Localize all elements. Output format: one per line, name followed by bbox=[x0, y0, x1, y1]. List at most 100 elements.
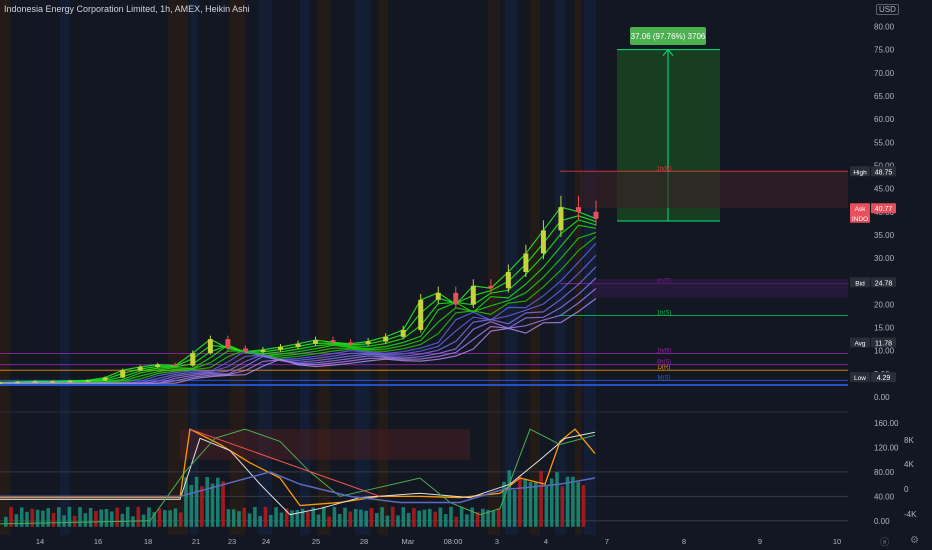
candle bbox=[365, 341, 371, 344]
auto-scale-icon[interactable]: ⓐ bbox=[880, 535, 889, 548]
candle bbox=[155, 364, 161, 367]
candle bbox=[50, 381, 56, 383]
volume-bar bbox=[348, 511, 353, 527]
volume-bar bbox=[571, 476, 575, 527]
price-label-value: 11.78 bbox=[875, 340, 892, 347]
x-tick-label: 28 bbox=[360, 537, 368, 546]
y-tick-label: 70.00 bbox=[874, 69, 895, 78]
osc-secondary-tick-label: -4K bbox=[904, 510, 917, 519]
candle bbox=[348, 342, 354, 344]
volume-bar bbox=[417, 510, 421, 527]
volume-bar bbox=[231, 509, 236, 527]
volume-bar bbox=[147, 507, 151, 527]
volume-bar bbox=[279, 512, 284, 527]
x-tick-label: 25 bbox=[312, 537, 320, 546]
y-tick-label: 65.00 bbox=[874, 92, 895, 101]
price-label-name: Bid bbox=[855, 280, 865, 287]
candle bbox=[102, 377, 108, 381]
volume-bar bbox=[332, 506, 337, 527]
session-stripe bbox=[0, 0, 10, 535]
volume-bar bbox=[99, 509, 103, 527]
y-tick-label: 20.00 bbox=[874, 300, 895, 309]
volume-bar bbox=[481, 508, 485, 527]
volume-bar bbox=[496, 508, 501, 527]
volume-bar bbox=[269, 515, 273, 527]
volume-bar bbox=[189, 484, 194, 527]
volume-bar bbox=[534, 482, 538, 527]
volume-bar bbox=[253, 507, 257, 527]
volume-bar bbox=[136, 506, 141, 527]
volume-bar bbox=[502, 481, 506, 527]
volume-bar bbox=[380, 507, 384, 527]
x-tick-label: 9 bbox=[758, 537, 762, 546]
y-tick-label: 30.00 bbox=[874, 254, 895, 263]
volume-bar bbox=[422, 509, 427, 527]
level-label: 1h(R) bbox=[656, 349, 671, 355]
candle bbox=[85, 380, 91, 382]
x-tick-label: 18 bbox=[144, 537, 152, 546]
volume-bar bbox=[528, 482, 533, 527]
volume-bar bbox=[433, 511, 437, 527]
volume-bar bbox=[14, 514, 19, 527]
candle bbox=[242, 348, 248, 352]
osc-y-tick-label: 0.00 bbox=[874, 517, 890, 526]
osc-y-tick-label: 80.00 bbox=[874, 468, 895, 477]
candle bbox=[225, 339, 231, 349]
x-tick-label: 08:00 bbox=[444, 537, 463, 546]
volume-bar bbox=[62, 515, 66, 527]
volume-bar bbox=[258, 515, 262, 527]
session-stripe bbox=[584, 0, 596, 535]
candle bbox=[575, 207, 581, 212]
volume-bar bbox=[412, 508, 416, 527]
chart-title: Indonesia Energy Corporation Limited, 1h… bbox=[4, 4, 250, 14]
volume-bar bbox=[83, 513, 88, 527]
y-tick-label: 45.00 bbox=[874, 185, 895, 194]
osc-secondary-tick-label: 0 bbox=[904, 485, 909, 494]
volume-bar bbox=[518, 475, 522, 527]
candle bbox=[330, 340, 336, 343]
price-label-name: Low bbox=[854, 375, 866, 382]
x-tick-label: 8 bbox=[682, 537, 686, 546]
price-label-name: INDO bbox=[852, 216, 868, 223]
volume-bar bbox=[438, 507, 443, 527]
candle bbox=[260, 349, 266, 352]
candle bbox=[435, 292, 441, 300]
volume-bar bbox=[544, 486, 549, 527]
candle bbox=[137, 366, 143, 371]
volume-bar bbox=[173, 508, 178, 527]
x-tick-label: 16 bbox=[94, 537, 102, 546]
candle bbox=[190, 353, 196, 366]
volume-bar bbox=[88, 507, 93, 527]
volume-bar bbox=[470, 507, 474, 527]
x-tick-label: Mar bbox=[402, 537, 415, 546]
chart-canvas[interactable]: 80.0075.0070.0065.0060.0055.0050.0045.00… bbox=[0, 0, 932, 550]
candle bbox=[523, 253, 529, 272]
volume-bar bbox=[221, 481, 225, 527]
volume-bar bbox=[51, 512, 56, 527]
volume-bar bbox=[4, 516, 8, 527]
volume-bar bbox=[247, 513, 252, 527]
volume-bar bbox=[205, 476, 209, 527]
volume-bar bbox=[523, 478, 527, 527]
volume-bar bbox=[41, 510, 45, 527]
osc-secondary-tick-label: 4K bbox=[904, 460, 914, 469]
volume-bar bbox=[491, 510, 496, 527]
volume-bar bbox=[94, 510, 98, 527]
measure-label: 37.06 (97.76%) 3706 bbox=[631, 32, 706, 41]
volume-bar bbox=[449, 506, 453, 527]
session-stripe bbox=[575, 0, 582, 535]
gear-icon[interactable]: ⚙ bbox=[910, 535, 919, 546]
volume-bar bbox=[168, 510, 172, 527]
volume-bar bbox=[306, 512, 310, 527]
volume-bar bbox=[385, 515, 390, 527]
volume-bar bbox=[163, 510, 167, 527]
candle bbox=[540, 230, 546, 254]
volume-bar bbox=[237, 511, 241, 527]
volume-bar bbox=[555, 472, 559, 527]
osc-y-tick-label: 40.00 bbox=[874, 492, 895, 501]
volume-bar bbox=[576, 481, 580, 527]
volume-bar bbox=[353, 508, 358, 527]
currency-badge[interactable]: USD bbox=[876, 4, 899, 15]
y-tick-label: 0.00 bbox=[874, 393, 890, 402]
x-tick-label: 23 bbox=[228, 537, 236, 546]
